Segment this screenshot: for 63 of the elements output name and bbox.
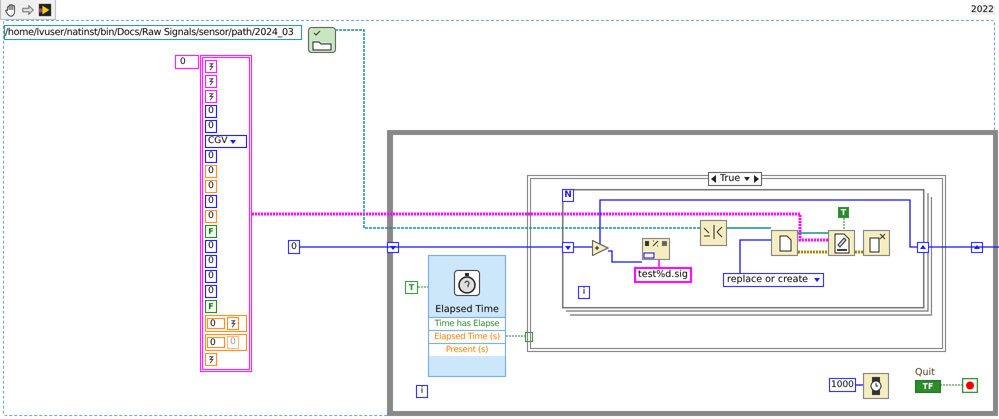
arrow-icon[interactable]: [21, 2, 35, 16]
numeric-constant: 0: [205, 105, 217, 118]
numeric-constant: 0: [205, 150, 217, 163]
index-display: 0: [207, 337, 225, 348]
output-terminal: Time has Elapse: [429, 317, 505, 330]
write-file-icon: [828, 230, 855, 256]
output-terminal: Present (s): [429, 343, 505, 356]
dropdown-caret-icon: [744, 177, 750, 181]
element-value: 0: [227, 336, 239, 349]
open-file-icon: [771, 230, 798, 256]
control-label: Quit: [915, 367, 935, 378]
wire: [608, 250, 642, 263]
shift-register-icon: [387, 242, 399, 253]
boolean-control[interactable]: TF: [915, 380, 941, 393]
count-terminal: N: [562, 189, 574, 202]
wire: [796, 250, 864, 254]
increment-icon: [592, 240, 609, 256]
numeric-constant: 0: [205, 120, 217, 133]
numeric-constant: 0: [205, 165, 217, 178]
numeric-constant: 0: [205, 210, 217, 223]
numeric-constant: 1000: [829, 378, 856, 392]
shift-register-icon: [971, 242, 983, 253]
numeric-constant: 0: [205, 285, 217, 298]
boolean-constant: T: [405, 281, 418, 294]
stop-icon: [962, 378, 978, 393]
numeric-constant: 0: [205, 240, 217, 253]
boolean-constant: F: [205, 225, 217, 238]
wire: [658, 260, 660, 267]
numeric-constant: 0: [205, 270, 217, 283]
node-title: Elapsed Time: [435, 304, 499, 315]
folder-icon: [308, 27, 336, 53]
numeric-constant: 0: [288, 240, 300, 254]
case-selector[interactable]: True: [708, 172, 762, 186]
close-file-icon: [863, 230, 890, 256]
wire: [418, 286, 428, 288]
shift-register-icon: [917, 242, 929, 253]
string-constant: test%d.sig: [634, 267, 692, 283]
run-icon[interactable]: [38, 2, 52, 16]
output-terminal: Elapsed Time (s): [429, 330, 505, 343]
index-display: 0: [175, 55, 199, 69]
boolean-constant: T: [838, 207, 849, 218]
build-path-icon: [700, 220, 727, 246]
right-arrow-icon[interactable]: [754, 175, 760, 183]
iteration-terminal: i: [416, 385, 428, 398]
path-constant: /home/lvuser/natinst/bin/Docs/Raw Signals/sensor/path/2024_03: [4, 25, 302, 40]
format-string-icon: [642, 238, 670, 260]
iteration-terminal: i: [578, 286, 590, 299]
enum-constant[interactable]: replace or create: [723, 273, 824, 287]
numeric-constant: 0: [205, 180, 217, 193]
hand-icon[interactable]: [4, 2, 18, 16]
enum-constant[interactable]: CGV: [205, 135, 247, 148]
wire: [940, 384, 962, 386]
dropdown-caret-icon: [230, 140, 236, 144]
numeric-constant: 0: [205, 255, 217, 268]
dropdown-caret-icon: [814, 278, 820, 282]
numeric-constant: 0: [205, 195, 217, 208]
frame-label: 2022: [970, 5, 995, 15]
index-display: 0: [207, 318, 225, 329]
left-arrow-icon[interactable]: [711, 175, 716, 183]
stopwatch-icon: [454, 270, 480, 296]
shift-register-icon: [562, 242, 574, 253]
boolean-constant: F: [205, 300, 217, 313]
watch-icon: [863, 373, 889, 399]
